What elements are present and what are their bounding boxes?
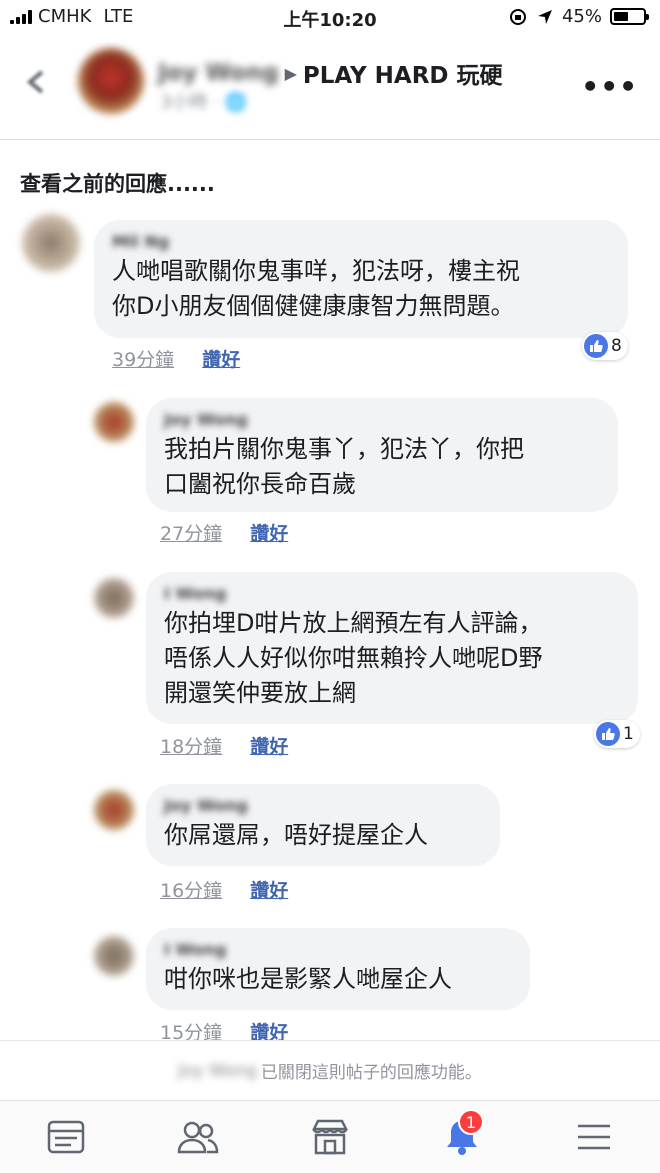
like-button[interactable]: 讚好: [202, 345, 240, 372]
commenter-avatar[interactable]: [94, 578, 134, 618]
comment-meta: 27分鐘 讚好: [160, 519, 288, 546]
comment-bubble: Mil Ng 人哋唱歌關你鬼事咩，犯法呀，樓主祝 你D小朋友個個健健康康智力無問…: [94, 220, 628, 338]
comment-text: 你拍埋D咁片放上網預左有人評論， 唔係人人好似你咁無賴拎人哋呢D野 開還笑仲要放…: [164, 609, 543, 707]
notice-text: 已關閉這則帖子的回應功能。: [260, 1063, 482, 1083]
reaction-number: 1: [623, 724, 634, 744]
triangle-right-icon: ▶: [284, 63, 297, 83]
commenter-name[interactable]: I Wong: [164, 940, 512, 962]
marketplace-icon: [311, 1119, 349, 1155]
reaction-count[interactable]: 8: [582, 332, 628, 360]
hamburger-menu-icon: [578, 1124, 610, 1150]
author-name[interactable]: Joy Wong: [158, 60, 279, 86]
comment-meta: 39分鐘 讚好: [112, 345, 240, 372]
comment-meta: 16分鐘 讚好: [160, 876, 288, 903]
reaction-count[interactable]: 1: [594, 720, 640, 748]
page-name[interactable]: PLAY HARD 玩硬: [303, 56, 503, 90]
comments-disabled-notice: Joy Wong 已關閉這則帖子的回應功能。: [0, 1040, 660, 1100]
reaction-number: 8: [611, 336, 622, 356]
like-reaction-icon: [584, 334, 608, 358]
comment-meta: 18分鐘 讚好: [160, 732, 288, 759]
like-button[interactable]: 讚好: [250, 732, 288, 759]
location-arrow-icon: [537, 9, 552, 24]
commenter-name[interactable]: I Wong: [164, 584, 620, 606]
notification-badge: 1: [458, 1109, 484, 1135]
comment-time[interactable]: 16分鐘: [160, 876, 222, 903]
battery-percent: 45%: [561, 6, 602, 27]
comment-bubble: I Wong 咁你咪也是影緊人哋屋企人: [146, 928, 530, 1010]
commenter-avatar[interactable]: [22, 214, 80, 272]
tab-friends[interactable]: [132, 1101, 264, 1173]
rotation-lock-icon: [509, 8, 526, 25]
bottom-tab-bar: 1: [0, 1100, 660, 1173]
status-bar: CMHK LTE 上午10:20 45%: [0, 0, 660, 34]
commenter-avatar[interactable]: [94, 402, 134, 442]
like-button[interactable]: 讚好: [250, 876, 288, 903]
comment-text: 人哋唱歌關你鬼事咩，犯法呀，樓主祝 你D小朋友個個健健康康智力無問題。: [112, 257, 520, 320]
commenter-name[interactable]: Joy Wong: [164, 410, 600, 432]
back-button[interactable]: [18, 64, 54, 100]
commenter-avatar[interactable]: [94, 936, 134, 976]
comment-text: 咁你咪也是影緊人哋屋企人: [164, 965, 452, 993]
author-avatar[interactable]: [78, 48, 144, 114]
tab-notifications[interactable]: 1: [396, 1101, 528, 1173]
comment-bubble: I Wong 你拍埋D咁片放上網預左有人評論， 唔係人人好似你咁無賴拎人哋呢D野…: [146, 572, 638, 724]
friends-icon: [177, 1121, 219, 1154]
comment-text: 我拍片關你鬼事丫，犯法丫，你把 口闔祝你長命百歲: [164, 435, 524, 498]
comment-bubble: Joy Wong 你屌還屌，唔好提屋企人: [146, 784, 500, 866]
more-options-button[interactable]: •••: [581, 70, 638, 103]
tab-menu[interactable]: [528, 1101, 660, 1173]
commenter-name[interactable]: Joy Wong: [164, 796, 482, 818]
view-previous-comments-link[interactable]: 查看之前的回應......: [20, 168, 215, 198]
comment-time[interactable]: 27分鐘: [160, 519, 222, 546]
comment-text: 你屌還屌，唔好提屋企人: [164, 821, 428, 849]
comment-time[interactable]: 18分鐘: [160, 732, 222, 759]
post-header: Joy Wong ▶ PLAY HARD 玩硬 3小時 · 🌐 •••: [0, 34, 660, 140]
tab-marketplace[interactable]: [264, 1101, 396, 1173]
comment-time[interactable]: 39分鐘: [112, 345, 174, 372]
battery-icon: [610, 8, 649, 25]
post-title: Joy Wong ▶ PLAY HARD 玩硬: [158, 56, 503, 90]
comment-bubble: Joy Wong 我拍片關你鬼事丫，犯法丫，你把 口闔祝你長命百歲: [146, 398, 618, 512]
notice-author-name: Joy Wong: [178, 1060, 257, 1081]
like-button[interactable]: 讚好: [250, 519, 288, 546]
news-feed-icon: [47, 1120, 85, 1154]
tab-news-feed[interactable]: [0, 1101, 132, 1173]
commenter-name[interactable]: Mil Ng: [112, 232, 610, 254]
like-reaction-icon: [596, 722, 620, 746]
commenter-avatar[interactable]: [94, 790, 134, 830]
back-arrow-icon: [26, 70, 44, 94]
post-meta: 3小時 · 🌐: [160, 92, 248, 113]
